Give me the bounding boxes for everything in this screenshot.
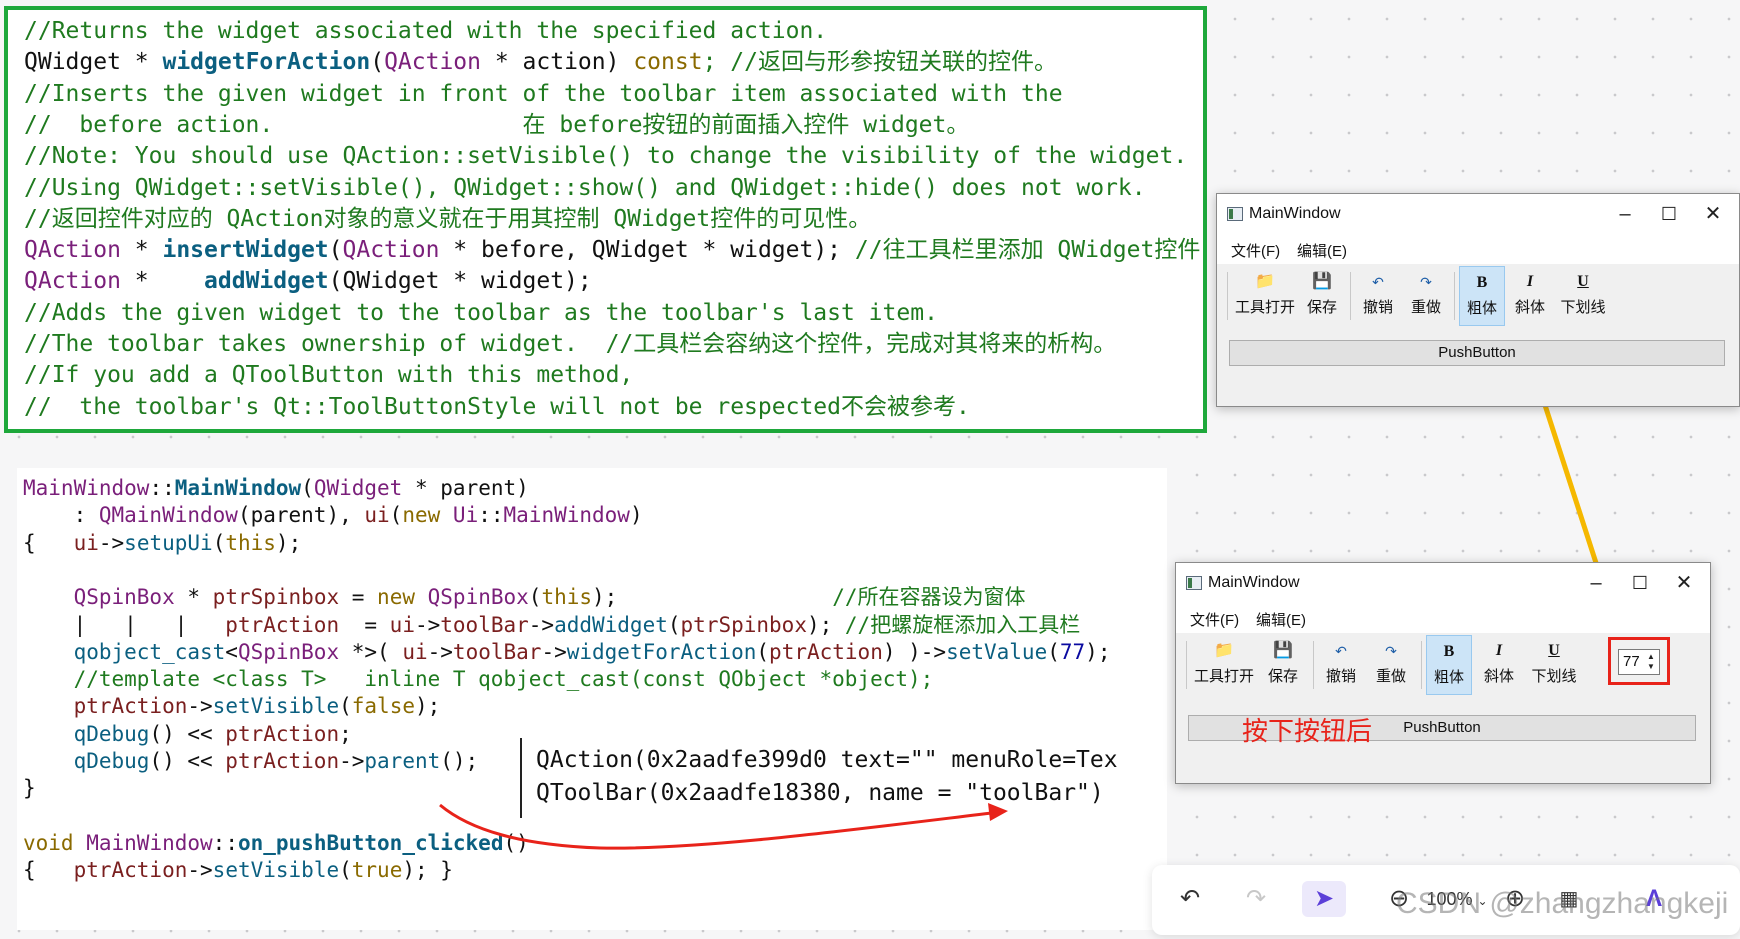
toolbar-separator bbox=[1186, 641, 1187, 689]
toolbar-button-label: 下划线 bbox=[1560, 299, 1606, 316]
spin-arrows-icon[interactable]: ▲ ▼ bbox=[1645, 652, 1657, 672]
toolbar-button-redo[interactable]: ↷ 重做 bbox=[1368, 635, 1414, 695]
window-icon bbox=[1186, 576, 1202, 590]
toolbar-button-label: 重做 bbox=[1375, 668, 1406, 685]
italic-icon: I bbox=[1495, 642, 1503, 659]
toolbar-button-save[interactable]: 💾 保存 bbox=[1299, 266, 1345, 326]
undo-icon: ↶ bbox=[1372, 274, 1384, 290]
toolbar-button-bold[interactable]: B 粗体 bbox=[1426, 635, 1472, 695]
toolbar-button-label: 下划线 bbox=[1531, 668, 1577, 685]
save-icon: 💾 bbox=[1312, 273, 1332, 290]
annotation-after-click: 按下按钮后 bbox=[1242, 716, 1373, 746]
toolbar-button-label: 斜体 bbox=[1514, 299, 1545, 316]
toolbar-button-undo[interactable]: ↶ 撤销 bbox=[1318, 635, 1364, 695]
toolbar: 📁 工具打开 💾 保存 ↶ 撤销 ↷ 重做 B 粗体 I 斜体 U 下划线 bbox=[1217, 266, 1739, 328]
toolbar-separator bbox=[1227, 272, 1228, 320]
toolbar-button-label: 斜体 bbox=[1483, 668, 1514, 685]
maximize-button[interactable]: ☐ bbox=[1649, 200, 1689, 228]
redo-icon: ↷ bbox=[1420, 274, 1432, 290]
spinbox[interactable]: 77 ▲ ▼ bbox=[1618, 649, 1660, 675]
close-button[interactable]: ✕ bbox=[1664, 569, 1704, 597]
undo-icon[interactable]: ↶ bbox=[1172, 881, 1208, 917]
menu-file[interactable]: 文件(F) bbox=[1184, 609, 1245, 630]
window-title: MainWindow bbox=[1208, 574, 1300, 591]
close-button[interactable]: ✕ bbox=[1693, 200, 1733, 228]
toolbar-button-label: 撤销 bbox=[1325, 668, 1356, 685]
menu-edit[interactable]: 编辑(E) bbox=[1291, 240, 1353, 261]
redo-icon: ↷ bbox=[1385, 643, 1397, 659]
window-icon bbox=[1227, 207, 1243, 221]
menu-bar: 文件(F) 编辑(E) bbox=[1176, 603, 1710, 633]
push-button[interactable]: PushButton bbox=[1229, 340, 1725, 366]
toolbar-button-label: 保存 bbox=[1306, 299, 1337, 316]
toolbar-button-label: 撤销 bbox=[1362, 299, 1393, 316]
underline-icon: U bbox=[1577, 273, 1589, 290]
toolbar-button-folder[interactable]: 📁 工具打开 bbox=[1233, 266, 1297, 326]
toolbar-button-folder[interactable]: 📁 工具打开 bbox=[1192, 635, 1256, 695]
save-icon: 💾 bbox=[1273, 642, 1293, 659]
menu-file[interactable]: 文件(F) bbox=[1225, 240, 1286, 261]
yellow-arrow bbox=[1530, 367, 1622, 628]
watermark: CSDN @zhangzhangkeji bbox=[1396, 887, 1729, 920]
minimize-button[interactable]: – bbox=[1576, 569, 1616, 597]
toolbar-button-underline[interactable]: U 下划线 bbox=[1555, 266, 1611, 326]
toolbar-button-underline[interactable]: U 下划线 bbox=[1526, 635, 1582, 695]
main-window-after: MainWindow – ☐ ✕ 文件(F) 编辑(E) 📁 工具打开 💾 保存 ↶ 撤销… bbox=[1175, 562, 1711, 784]
undo-icon: ↶ bbox=[1335, 643, 1347, 659]
toolbar-button-italic[interactable]: I 斜体 bbox=[1476, 635, 1522, 695]
push-button-label: PushButton bbox=[1403, 719, 1481, 736]
toolbar-button-undo[interactable]: ↶ 撤销 bbox=[1355, 266, 1401, 326]
toolbar-separator bbox=[1350, 272, 1351, 320]
toolbar-button-redo[interactable]: ↷ 重做 bbox=[1403, 266, 1449, 326]
minimize-button[interactable]: – bbox=[1605, 200, 1645, 228]
toolbar-separator bbox=[1454, 272, 1455, 320]
menu-edit[interactable]: 编辑(E) bbox=[1250, 609, 1312, 630]
title-bar: MainWindow – ☐ ✕ bbox=[1176, 563, 1710, 603]
toolbar-button-save[interactable]: 💾 保存 bbox=[1260, 635, 1306, 695]
main-window-before: MainWindow – ☐ ✕ 文件(F) 编辑(E) 📁 工具打开 💾 保存 ↶ 撤销… bbox=[1216, 193, 1740, 407]
toolbar-separator bbox=[1313, 641, 1314, 689]
toolbar-button-italic[interactable]: I 斜体 bbox=[1507, 266, 1553, 326]
toolbar-button-bold[interactable]: B 粗体 bbox=[1459, 266, 1505, 326]
toolbar-separator bbox=[1421, 641, 1422, 689]
spinbox-value: 77 bbox=[1623, 653, 1640, 670]
toolbar-button-label: 粗体 bbox=[1466, 300, 1497, 317]
bold-icon: B bbox=[1443, 643, 1455, 660]
menu-bar: 文件(F) 编辑(E) bbox=[1217, 234, 1739, 264]
bold-icon: B bbox=[1476, 274, 1488, 291]
select-pointer-icon[interactable]: ➤ bbox=[1302, 881, 1346, 917]
folder-icon: 📁 bbox=[1255, 273, 1275, 290]
toolbar-button-label: 工具打开 bbox=[1193, 668, 1254, 685]
toolbar-button-label: 保存 bbox=[1267, 668, 1298, 685]
redo-icon[interactable]: ↷ bbox=[1238, 881, 1274, 917]
underline-icon: U bbox=[1548, 642, 1560, 659]
title-bar: MainWindow – ☐ ✕ bbox=[1217, 194, 1739, 234]
window-title: MainWindow bbox=[1249, 205, 1341, 222]
toolbar-button-label: 工具打开 bbox=[1234, 299, 1295, 316]
maximize-button[interactable]: ☐ bbox=[1620, 569, 1660, 597]
toolbar-button-label: 粗体 bbox=[1433, 669, 1464, 686]
folder-icon: 📁 bbox=[1214, 642, 1234, 659]
toolbar-button-label: 重做 bbox=[1410, 299, 1441, 316]
italic-icon: I bbox=[1526, 273, 1534, 290]
